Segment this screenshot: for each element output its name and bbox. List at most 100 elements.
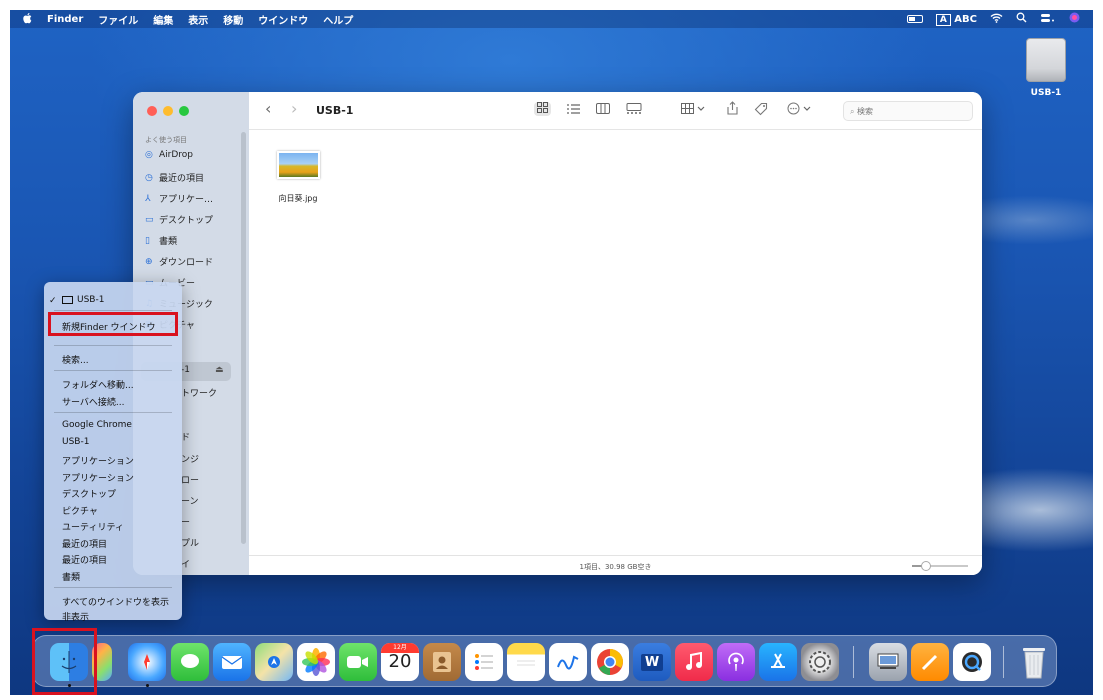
menu-file[interactable]: ファイル — [98, 12, 138, 27]
menu-finder[interactable]: Finder — [47, 14, 83, 25]
sidebar-partial-6: プル — [181, 539, 200, 549]
menu-item-recent-folder[interactable]: ピクチャ — [62, 504, 98, 517]
close-button[interactable] — [147, 106, 157, 116]
menu-view[interactable]: 表示 — [188, 12, 208, 27]
sidebar-item-recents[interactable]: ◷ 最近の項目 — [145, 171, 204, 185]
eject-icon[interactable]: ⏏ — [215, 365, 224, 375]
dock-separator — [853, 646, 854, 678]
menu-item-recent-folder[interactable]: 最近の項目 — [62, 537, 107, 550]
preview-icon[interactable] — [869, 643, 907, 681]
sidebar-item-label: ダウンロード — [159, 258, 214, 268]
sidebar-item-documents[interactable]: ▯ 書類 — [145, 234, 177, 248]
column-view-icon[interactable] — [596, 103, 610, 117]
messages-icon[interactable] — [171, 643, 209, 681]
icon-view-icon[interactable] — [534, 102, 551, 116]
music-app-icon[interactable] — [675, 643, 713, 681]
menu-help[interactable]: ヘルプ — [323, 12, 353, 27]
menu-item-recent-folder[interactable]: USB-1 — [62, 437, 89, 447]
window-controls — [147, 106, 195, 116]
download-icon: ⊕ — [145, 256, 153, 267]
menu-item-recent-folder[interactable]: ユーティリティ — [62, 520, 124, 533]
mail-icon[interactable] — [213, 643, 251, 681]
podcasts-icon[interactable] — [717, 643, 755, 681]
menu-item-recent-folder[interactable]: デスクトップ — [62, 487, 116, 500]
notes-icon[interactable] — [507, 643, 545, 681]
input-source[interactable]: A ABC — [935, 13, 977, 26]
dock-separator — [1003, 646, 1004, 678]
menu-separator — [54, 370, 172, 371]
spotlight-icon[interactable] — [1016, 12, 1027, 26]
airdrop-icon: ◎ — [145, 150, 153, 160]
calendar-icon[interactable]: 12月 20 — [381, 643, 419, 681]
menu-item-recent-folder[interactable]: アプリケーション — [62, 454, 134, 467]
word-icon[interactable]: W — [633, 643, 671, 681]
maps-icon[interactable] — [255, 643, 293, 681]
finder-toolbar: ‹ › USB-1 ⌕ 検索 — [249, 92, 982, 130]
menu-item-usb-window[interactable]: USB-1 — [62, 295, 104, 305]
menu-item-recent-folder[interactable]: 最近の項目 — [62, 553, 107, 566]
sidebar-partial-5: ー — [181, 518, 191, 528]
search-input[interactable] — [857, 107, 953, 116]
menu-item-search[interactable]: 検索... — [62, 353, 89, 366]
desktop-usb-drive[interactable]: USB-1 — [1022, 38, 1070, 98]
sidebar-item-applications[interactable]: ⅄ アプリケー… — [145, 192, 214, 206]
contacts-icon[interactable] — [423, 643, 461, 681]
zoom-button[interactable] — [179, 106, 189, 116]
sidebar-item-airdrop[interactable]: ◎ AirDrop — [145, 150, 193, 160]
reminders-icon[interactable] — [465, 643, 503, 681]
control-center-icon[interactable] — [1040, 13, 1056, 26]
calendar-day: 20 — [388, 651, 412, 672]
slider-knob[interactable] — [921, 561, 931, 571]
word-letter: W — [640, 653, 664, 671]
battery-icon[interactable] — [906, 15, 923, 23]
safari-icon[interactable] — [128, 643, 166, 681]
list-view-icon[interactable] — [567, 103, 580, 117]
group-icon[interactable] — [681, 103, 705, 117]
facetime-icon[interactable] — [339, 643, 377, 681]
menu-item-recent-folder[interactable]: Google Chrome — [62, 420, 132, 430]
desktop: Finder ファイル 編集 表示 移動 ウインドウ ヘルプ A ABC USB… — [10, 10, 1093, 695]
tag-icon[interactable] — [754, 102, 768, 119]
trash-icon[interactable] — [1015, 643, 1053, 681]
share-icon[interactable] — [727, 101, 738, 118]
wifi-icon[interactable] — [990, 13, 1003, 26]
quicktime-icon[interactable] — [953, 643, 991, 681]
sidebar-scrollbar[interactable] — [241, 132, 246, 544]
menu-window[interactable]: ウインドウ — [258, 12, 308, 27]
photos-icon[interactable] — [297, 643, 335, 681]
dock: 12月 20 W — [32, 635, 1057, 687]
sidebar-item-label: アプリケー… — [159, 195, 214, 205]
menu-item-go-to-folder[interactable]: フォルダへ移動... — [62, 378, 134, 391]
minimize-button[interactable] — [163, 106, 173, 116]
pages-icon[interactable] — [911, 643, 949, 681]
icon-size-slider[interactable] — [912, 561, 968, 571]
action-menu-icon[interactable] — [787, 102, 813, 118]
siri-icon[interactable] — [1069, 12, 1080, 26]
clock-icon: ◷ — [145, 172, 153, 183]
menu-item-show-all-windows[interactable]: すべてのウインドウを表示 — [62, 595, 169, 608]
gallery-view-icon[interactable] — [626, 103, 642, 118]
apple-menu-icon[interactable] — [22, 12, 32, 27]
system-settings-icon[interactable] — [801, 643, 839, 681]
menu-go[interactable]: 移動 — [223, 12, 243, 27]
menu-item-recent-folder[interactable]: アプリケーション — [62, 471, 134, 484]
sidebar-item-desktop[interactable]: ▭ デスクトップ — [145, 213, 213, 227]
sidebar-item-downloads[interactable]: ⊕ ダウンロード — [145, 255, 214, 269]
image-thumbnail — [276, 151, 320, 179]
check-icon: ✓ — [49, 296, 57, 306]
running-indicator — [146, 684, 149, 687]
file-area[interactable]: 向日葵.jpg — [249, 131, 982, 555]
menu-item-recent-folder[interactable]: 書類 — [62, 570, 80, 583]
forward-button[interactable]: › — [291, 99, 297, 118]
menu-edit[interactable]: 編集 — [153, 12, 173, 27]
back-button[interactable]: ‹ — [265, 99, 271, 118]
window-icon — [62, 296, 73, 304]
file-name: 向日葵.jpg — [278, 194, 318, 203]
menu-item-connect-server[interactable]: サーバへ接続... — [62, 395, 125, 408]
file-item[interactable]: 向日葵.jpg — [271, 151, 325, 204]
search-field[interactable]: ⌕ — [843, 101, 973, 121]
freeform-icon[interactable] — [549, 643, 587, 681]
chrome-icon[interactable] — [591, 643, 629, 681]
menu-item-hide[interactable]: 非表示 — [62, 610, 89, 623]
app-store-icon[interactable] — [759, 643, 797, 681]
